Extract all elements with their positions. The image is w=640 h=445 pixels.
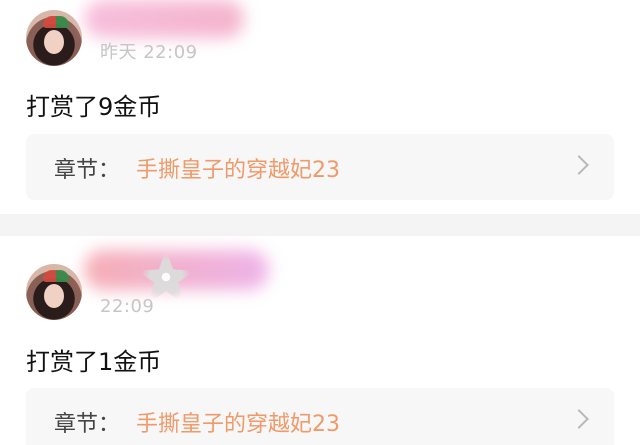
chapter-link[interactable]: 章节： 手撕皇子的穿越妃23 <box>26 134 614 200</box>
avatar-face <box>44 284 64 308</box>
reward-item: 昨天 22:09 打赏了9金币 章节： 手撕皇子的穿越妃23 <box>0 0 640 214</box>
reward-item: 22:09 打赏了1金币 章节： 手撕皇子的穿越妃23 <box>0 236 640 445</box>
avatar[interactable] <box>26 264 82 320</box>
chevron-right-icon <box>569 155 589 175</box>
avatar-hat <box>43 16 69 28</box>
timestamp: 昨天 22:09 <box>100 42 198 63</box>
chapter-title: 手撕皇子的穿越妃23 <box>136 412 340 437</box>
chapter-title: 手撕皇子的穿越妃23 <box>136 158 340 183</box>
reward-text: 打赏了1金币 <box>26 348 162 376</box>
reward-text: 打赏了9金币 <box>26 93 162 121</box>
chapter-link[interactable]: 章节： 手撕皇子的穿越妃23 <box>26 388 614 445</box>
section-divider <box>0 214 640 236</box>
avatar-hat <box>43 270 69 282</box>
chapter-label: 章节： <box>54 412 121 437</box>
avatar[interactable] <box>26 10 82 66</box>
chevron-right-icon <box>569 409 589 429</box>
timestamp: 22:09 <box>100 296 155 317</box>
avatar-face <box>44 30 64 54</box>
chapter-label: 章节： <box>54 158 121 183</box>
username-blur <box>84 0 244 38</box>
